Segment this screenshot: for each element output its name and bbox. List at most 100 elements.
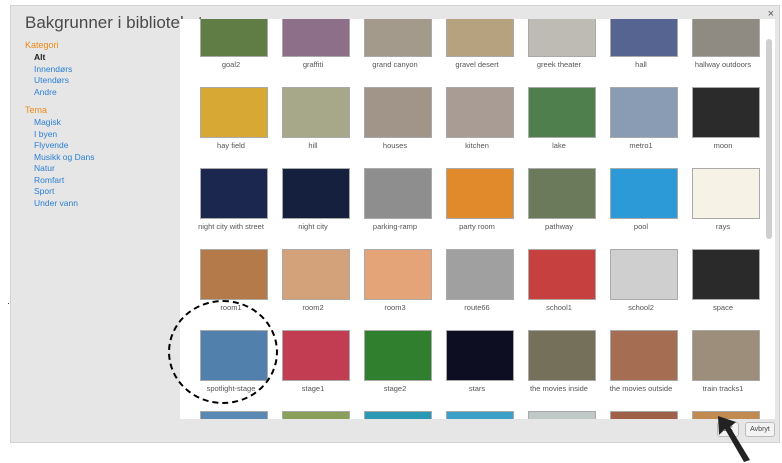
backdrop-thumbnail [610,330,678,381]
backdrop-label: room3 [384,303,406,312]
backdrop-item[interactable] [354,402,436,419]
backdrop-item[interactable]: night city [272,159,354,240]
backdrop-item[interactable]: party room [436,159,518,240]
backdrop-item[interactable]: houses [354,78,436,159]
backdrop-item[interactable]: pool [600,159,682,240]
sidebar-item-other[interactable]: Andre [25,87,175,99]
backdrop-label: pathway [545,222,573,231]
backdrop-item[interactable]: moon [682,78,764,159]
backdrop-item[interactable]: hall [600,19,682,78]
backdrop-item[interactable]: night city with street [190,159,272,240]
backdrop-thumbnail [364,249,432,300]
backdrop-label: hall [635,60,647,69]
sidebar-item-music-dance[interactable]: Musikk og Dans [25,152,175,164]
backdrop-label: the movies inside [530,384,588,393]
backdrop-item[interactable]: goal2 [190,19,272,78]
backdrop-thumbnail [610,19,678,57]
backdrop-item[interactable]: lake [518,78,600,159]
backdrop-item[interactable] [190,402,272,419]
backdrop-item[interactable] [600,402,682,419]
backdrop-item[interactable]: hallway outdoors [682,19,764,78]
backdrop-thumbnail [610,249,678,300]
backdrop-item[interactable]: stage2 [354,321,436,402]
backdrop-thumbnail [692,19,760,57]
backdrop-label: kitchen [465,141,489,150]
sidebar-item-in-town[interactable]: I byen [25,129,175,141]
backdrop-thumbnail [446,87,514,138]
backdrop-thumbnail [446,19,514,57]
backdrop-item[interactable]: stars [436,321,518,402]
backdrop-label: hill [308,141,318,150]
backdrop-item[interactable]: the movies inside [518,321,600,402]
backdrop-item[interactable]: the movies outside [600,321,682,402]
backdrop-item[interactable]: room2 [272,240,354,321]
backdrop-item[interactable]: route66 [436,240,518,321]
grid-scrollbar[interactable] [766,39,772,239]
backdrop-thumbnail [282,87,350,138]
backdrop-item[interactable]: graffiti [272,19,354,78]
backdrop-thumbnail [364,168,432,219]
backdrop-label: gravel desert [455,60,499,69]
backdrop-label: graffiti [302,60,324,69]
backdrop-item[interactable]: metro1 [600,78,682,159]
backdrop-item[interactable]: gravel desert [436,19,518,78]
backdrop-label: greek theater [536,60,582,69]
backdrop-item[interactable]: grand canyon [354,19,436,78]
backdrop-item[interactable]: school2 [600,240,682,321]
backdrop-thumbnail [446,330,514,381]
backdrop-label: metro1 [629,141,653,150]
backdrop-thumbnail [528,87,596,138]
backdrop-label: school2 [628,303,654,312]
backdrop-item[interactable]: stage1 [272,321,354,402]
backdrop-thumbnail [446,411,514,419]
backdrop-item[interactable]: hill [272,78,354,159]
backdrop-grid: goal2 graffiti grand canyon gravel desert gr… [190,19,766,419]
backdrop-thumbnail [282,249,350,300]
sidebar-item-all[interactable]: Alt [25,52,175,64]
backdrop-label: stage1 [301,384,325,393]
backdrop-thumbnail [528,411,596,419]
sidebar-item-sports[interactable]: Sport [25,186,175,198]
backdrop-item[interactable] [518,402,600,419]
backdrop-label: goal2 [221,60,241,69]
backdrop-row: spotlight-stage stage1 stage2 stars the movi… [190,321,766,402]
backdrop-item[interactable]: room1 [190,240,272,321]
backdrop-item[interactable]: kitchen [436,78,518,159]
backdrop-item[interactable]: space [682,240,764,321]
theme-header: Tema [25,105,48,115]
backdrop-label: grand canyon [372,60,418,69]
backdrop-row [190,402,766,419]
sidebar-item-underwater[interactable]: Under vann [25,198,175,210]
sidebar-item-outdoors[interactable]: Utendørs [25,75,175,87]
sidebar-item-indoors[interactable]: Innendørs [25,64,175,76]
backdrop-label: route66 [464,303,490,312]
backdrop-row: night city with street night city parking-… [190,159,766,240]
backdrop-label: stage2 [383,384,407,393]
backdrop-label: room2 [302,303,324,312]
backdrop-item[interactable]: hay field [190,78,272,159]
backdrop-item[interactable]: pathway [518,159,600,240]
backdrop-thumbnail [446,168,514,219]
backdrop-item[interactable]: train tracks1 [682,321,764,402]
backdrop-item[interactable] [436,402,518,419]
backdrop-item[interactable]: room3 [354,240,436,321]
backdrop-thumbnail [692,168,760,219]
backdrop-label: party room [459,222,495,231]
sidebar-item-magic[interactable]: Magisk [25,117,175,129]
backdrop-item[interactable]: parking-ramp [354,159,436,240]
backdrop-label: stars [468,384,486,393]
category-header: Kategori [25,40,59,50]
backdrop-thumbnail [282,411,350,419]
backdrop-item[interactable]: school1 [518,240,600,321]
backdrop-thumbnail [282,168,350,219]
sidebar-item-flying[interactable]: Flyvende [25,140,175,152]
sidebar-item-nature[interactable]: Natur [25,163,175,175]
backdrop-row: goal2 graffiti grand canyon gravel desert gr… [190,19,766,78]
backdrop-item[interactable] [272,402,354,419]
category-sidebar: Kategori Alt Innendørs Utendørs Andre Te… [25,40,175,209]
backdrop-item[interactable]: spotlight-stage [190,321,272,402]
backdrop-label: train tracks1 [702,384,744,393]
sidebar-item-space[interactable]: Romfart [25,175,175,187]
backdrop-item[interactable]: rays [682,159,764,240]
backdrop-item[interactable]: greek theater [518,19,600,78]
